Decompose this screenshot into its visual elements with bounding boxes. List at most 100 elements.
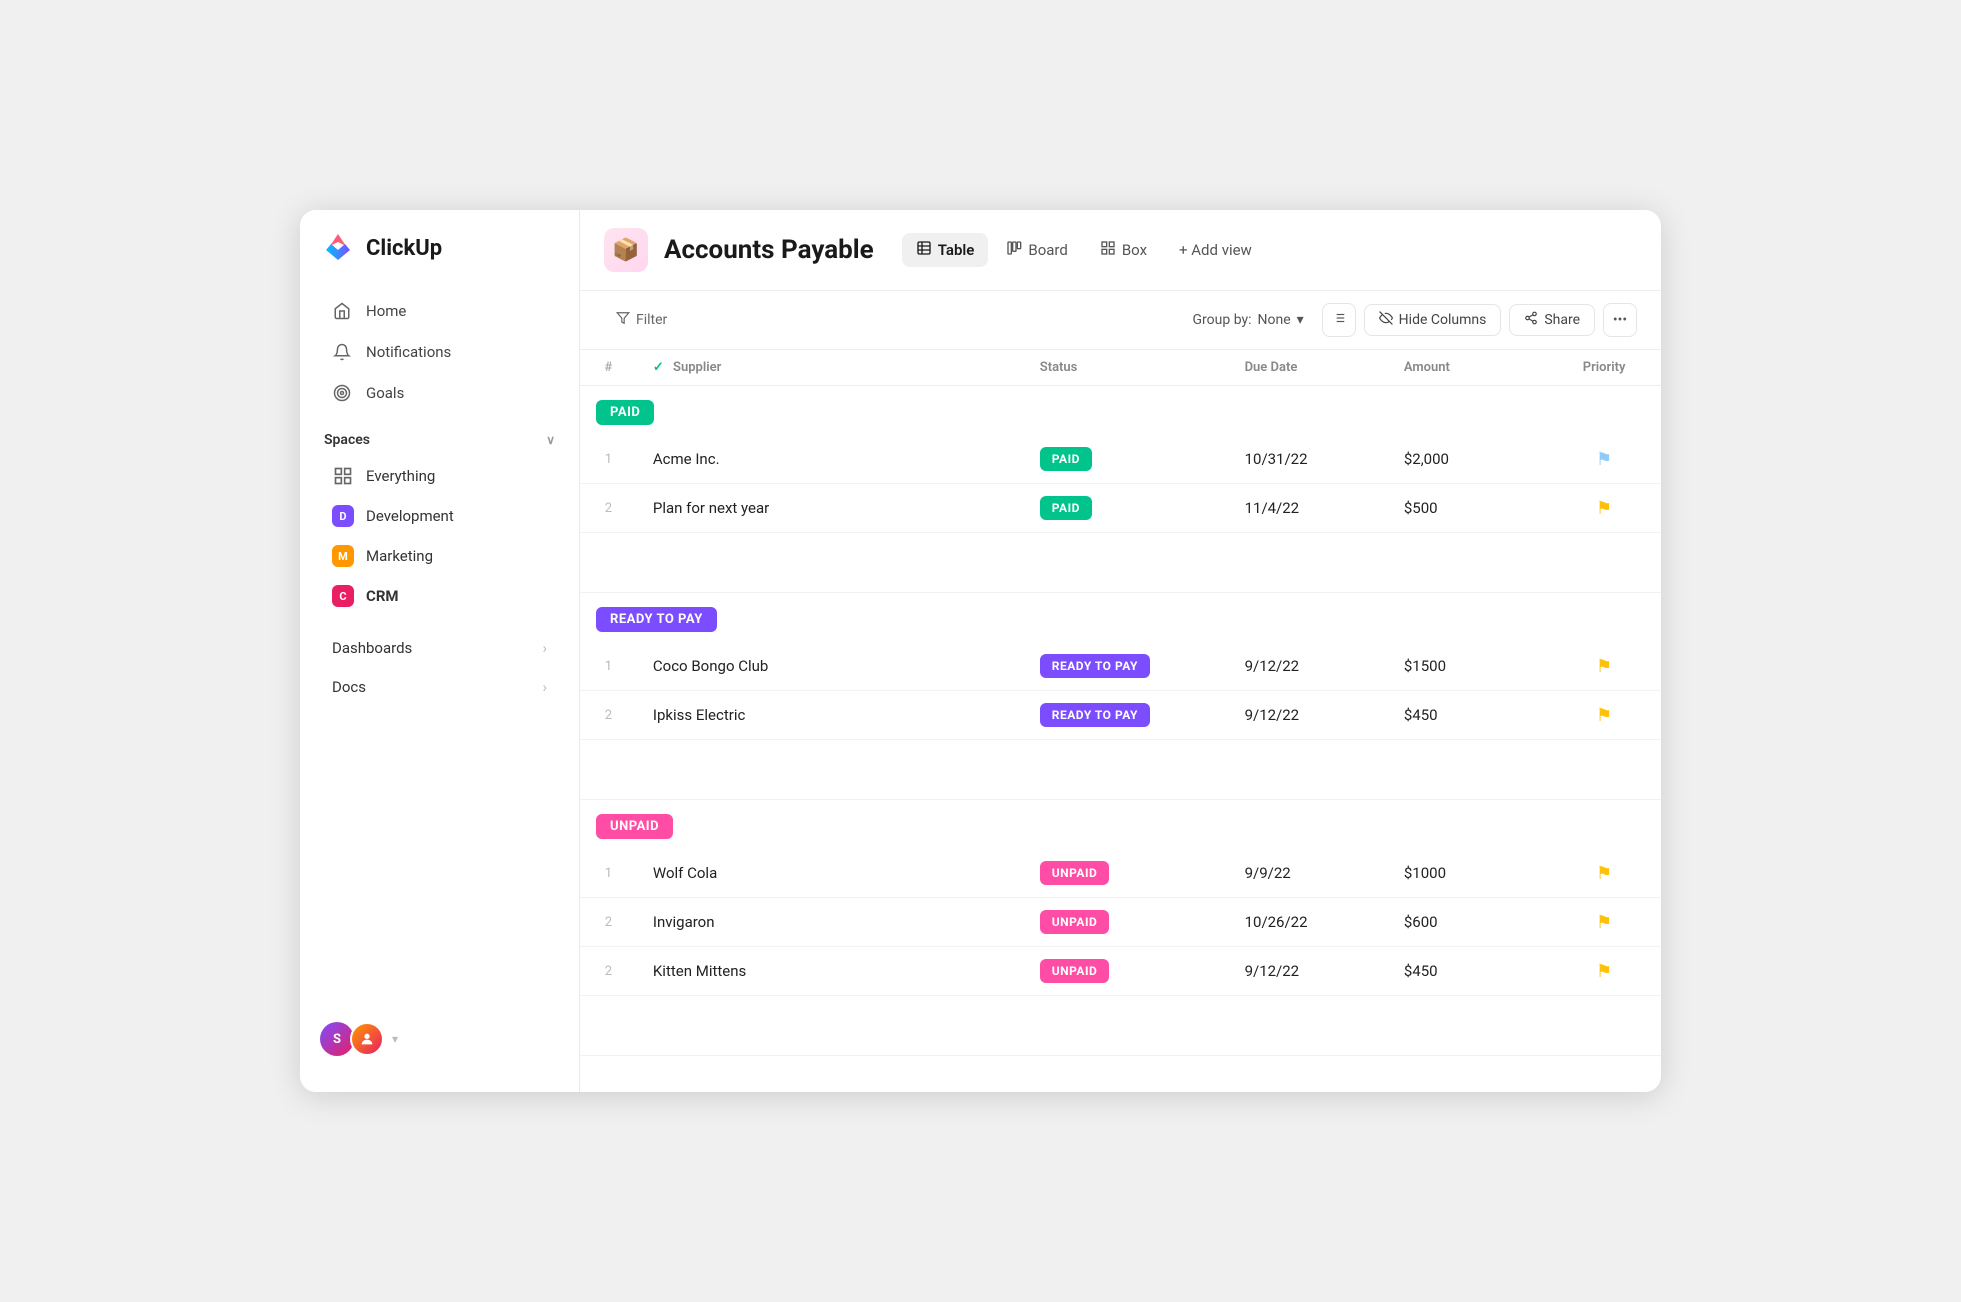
row-supplier[interactable]: Wolf Cola bbox=[637, 849, 1024, 898]
row-amount: $2,000 bbox=[1388, 435, 1547, 484]
app-name: ClickUp bbox=[366, 236, 442, 261]
dashboards-label: Dashboards bbox=[332, 639, 412, 657]
col-status-label: Status bbox=[1040, 360, 1078, 375]
col-header-duedate[interactable]: Due Date bbox=[1229, 350, 1388, 386]
share-icon bbox=[1524, 311, 1538, 329]
sidebar-item-everything[interactable]: Everything bbox=[308, 457, 571, 495]
col-header-priority[interactable]: Priority bbox=[1547, 350, 1661, 386]
col-duedate-label: Due Date bbox=[1245, 360, 1298, 375]
row-supplier[interactable]: Coco Bongo Club bbox=[637, 642, 1024, 691]
table-row[interactable]: 1 Coco Bongo Club READY TO PAY 9/12/22 $… bbox=[580, 642, 1661, 691]
share-button[interactable]: Share bbox=[1509, 304, 1595, 336]
everything-label: Everything bbox=[366, 467, 435, 485]
filter-label: Filter bbox=[636, 312, 667, 328]
group-by-button[interactable]: Group by: None ▾ bbox=[1183, 306, 1314, 334]
group-row-unpaid: UNPAID bbox=[580, 800, 1661, 850]
row-amount: $450 bbox=[1388, 691, 1547, 740]
group-row-ready: READY TO PAY bbox=[580, 593, 1661, 643]
row-priority: ⚑ bbox=[1547, 484, 1661, 533]
status-badge: UNPAID bbox=[1040, 861, 1110, 885]
more-options-button[interactable]: ••• bbox=[1603, 303, 1637, 337]
table-row[interactable]: 2 Invigaron UNPAID 10/26/22 $600 ⚑ bbox=[580, 898, 1661, 947]
row-duedate: 9/12/22 bbox=[1229, 691, 1388, 740]
data-table: # ✓ Supplier Status Due Date Amount bbox=[580, 350, 1661, 1056]
row-duedate: 10/31/22 bbox=[1229, 435, 1388, 484]
dashboards-chevron-icon: › bbox=[542, 639, 547, 657]
row-status[interactable]: UNPAID bbox=[1024, 898, 1229, 947]
row-priority: ⚑ bbox=[1547, 642, 1661, 691]
sidebar-item-development[interactable]: D Development bbox=[308, 497, 571, 535]
everything-icon bbox=[332, 465, 354, 487]
tab-table[interactable]: Table bbox=[902, 233, 989, 267]
sidebar-item-docs[interactable]: Docs › bbox=[308, 668, 571, 706]
priority-flag-icon: ⚑ bbox=[1596, 498, 1612, 519]
status-badge: READY TO PAY bbox=[1040, 654, 1150, 678]
toolbar: Filter Group by: None ▾ bbox=[580, 291, 1661, 350]
hide-columns-button[interactable]: Hide Columns bbox=[1364, 304, 1502, 336]
col-header-status[interactable]: Status bbox=[1024, 350, 1229, 386]
sort-button[interactable] bbox=[1322, 303, 1356, 337]
filter-icon bbox=[616, 311, 630, 329]
table-wrapper: # ✓ Supplier Status Due Date Amount bbox=[580, 350, 1661, 1092]
status-badge: PAID bbox=[1040, 496, 1092, 520]
spaces-header: Spaces ∨ bbox=[300, 414, 579, 456]
spaces-label: Spaces bbox=[324, 432, 370, 448]
supplier-check-icon: ✓ bbox=[653, 360, 664, 375]
empty-row bbox=[580, 996, 1661, 1056]
row-supplier[interactable]: Kitten Mittens bbox=[637, 947, 1024, 996]
sidebar-item-dashboards[interactable]: Dashboards › bbox=[308, 629, 571, 667]
row-priority: ⚑ bbox=[1547, 947, 1661, 996]
row-duedate: 9/9/22 bbox=[1229, 849, 1388, 898]
row-status[interactable]: READY TO PAY bbox=[1024, 642, 1229, 691]
sort-icon bbox=[1332, 311, 1346, 329]
crm-icon: C bbox=[332, 585, 354, 607]
sidebar-item-marketing[interactable]: M Marketing bbox=[308, 537, 571, 575]
table-row[interactable]: 1 Wolf Cola UNPAID 9/9/22 $1000 ⚑ bbox=[580, 849, 1661, 898]
clickup-logo-icon bbox=[320, 230, 356, 266]
empty-cell bbox=[580, 996, 1661, 1056]
spaces-chevron-icon[interactable]: ∨ bbox=[546, 433, 555, 447]
logo-area: ClickUp bbox=[300, 230, 579, 290]
row-status[interactable]: UNPAID bbox=[1024, 849, 1229, 898]
sidebar-item-goals[interactable]: Goals bbox=[308, 373, 571, 413]
row-status[interactable]: READY TO PAY bbox=[1024, 691, 1229, 740]
row-supplier[interactable]: Invigaron bbox=[637, 898, 1024, 947]
user-menu-icon[interactable]: ▾ bbox=[392, 1032, 398, 1046]
development-icon: D bbox=[332, 505, 354, 527]
more-options-icon: ••• bbox=[1613, 312, 1627, 328]
row-supplier[interactable]: Plan for next year bbox=[637, 484, 1024, 533]
tab-box-label: Box bbox=[1122, 241, 1147, 259]
sidebar-item-notifications[interactable]: Notifications bbox=[308, 332, 571, 372]
row-status[interactable]: PAID bbox=[1024, 435, 1229, 484]
row-status[interactable]: PAID bbox=[1024, 484, 1229, 533]
col-header-amount[interactable]: Amount bbox=[1388, 350, 1547, 386]
toolbar-left: Filter bbox=[604, 305, 679, 335]
tab-board[interactable]: Board bbox=[992, 233, 1081, 267]
status-badge: UNPAID bbox=[1040, 959, 1110, 983]
priority-flag-icon: ⚑ bbox=[1596, 912, 1612, 933]
table-row[interactable]: 2 Plan for next year PAID 11/4/22 $500 ⚑ bbox=[580, 484, 1661, 533]
home-icon bbox=[332, 301, 352, 321]
row-supplier[interactable]: Ipkiss Electric bbox=[637, 691, 1024, 740]
avatar-photo bbox=[350, 1022, 384, 1056]
table-row[interactable]: 2 Ipkiss Electric READY TO PAY 9/12/22 $… bbox=[580, 691, 1661, 740]
row-supplier[interactable]: Acme Inc. bbox=[637, 435, 1024, 484]
col-header-supplier[interactable]: ✓ Supplier bbox=[637, 350, 1024, 386]
filter-button[interactable]: Filter bbox=[604, 305, 679, 335]
row-amount: $600 bbox=[1388, 898, 1547, 947]
row-status[interactable]: UNPAID bbox=[1024, 947, 1229, 996]
priority-flag-icon: ⚑ bbox=[1596, 656, 1612, 677]
add-view-button[interactable]: + Add view bbox=[1165, 234, 1266, 266]
tab-box[interactable]: Box bbox=[1086, 233, 1161, 267]
sidebar-item-home[interactable]: Home bbox=[308, 291, 571, 331]
row-num: 2 bbox=[580, 484, 637, 533]
sidebar-item-crm[interactable]: C CRM bbox=[308, 577, 571, 615]
empty-row bbox=[580, 740, 1661, 800]
row-amount: $1500 bbox=[1388, 642, 1547, 691]
table-row[interactable]: 1 Acme Inc. PAID 10/31/22 $2,000 ⚑ bbox=[580, 435, 1661, 484]
crm-label: CRM bbox=[366, 587, 399, 605]
table-row[interactable]: 2 Kitten Mittens UNPAID 9/12/22 $450 ⚑ bbox=[580, 947, 1661, 996]
group-by-label: Group by: bbox=[1193, 312, 1252, 328]
view-tabs: Table Board Box + Add view bbox=[902, 233, 1266, 267]
group-by-chevron-icon: ▾ bbox=[1297, 312, 1304, 328]
